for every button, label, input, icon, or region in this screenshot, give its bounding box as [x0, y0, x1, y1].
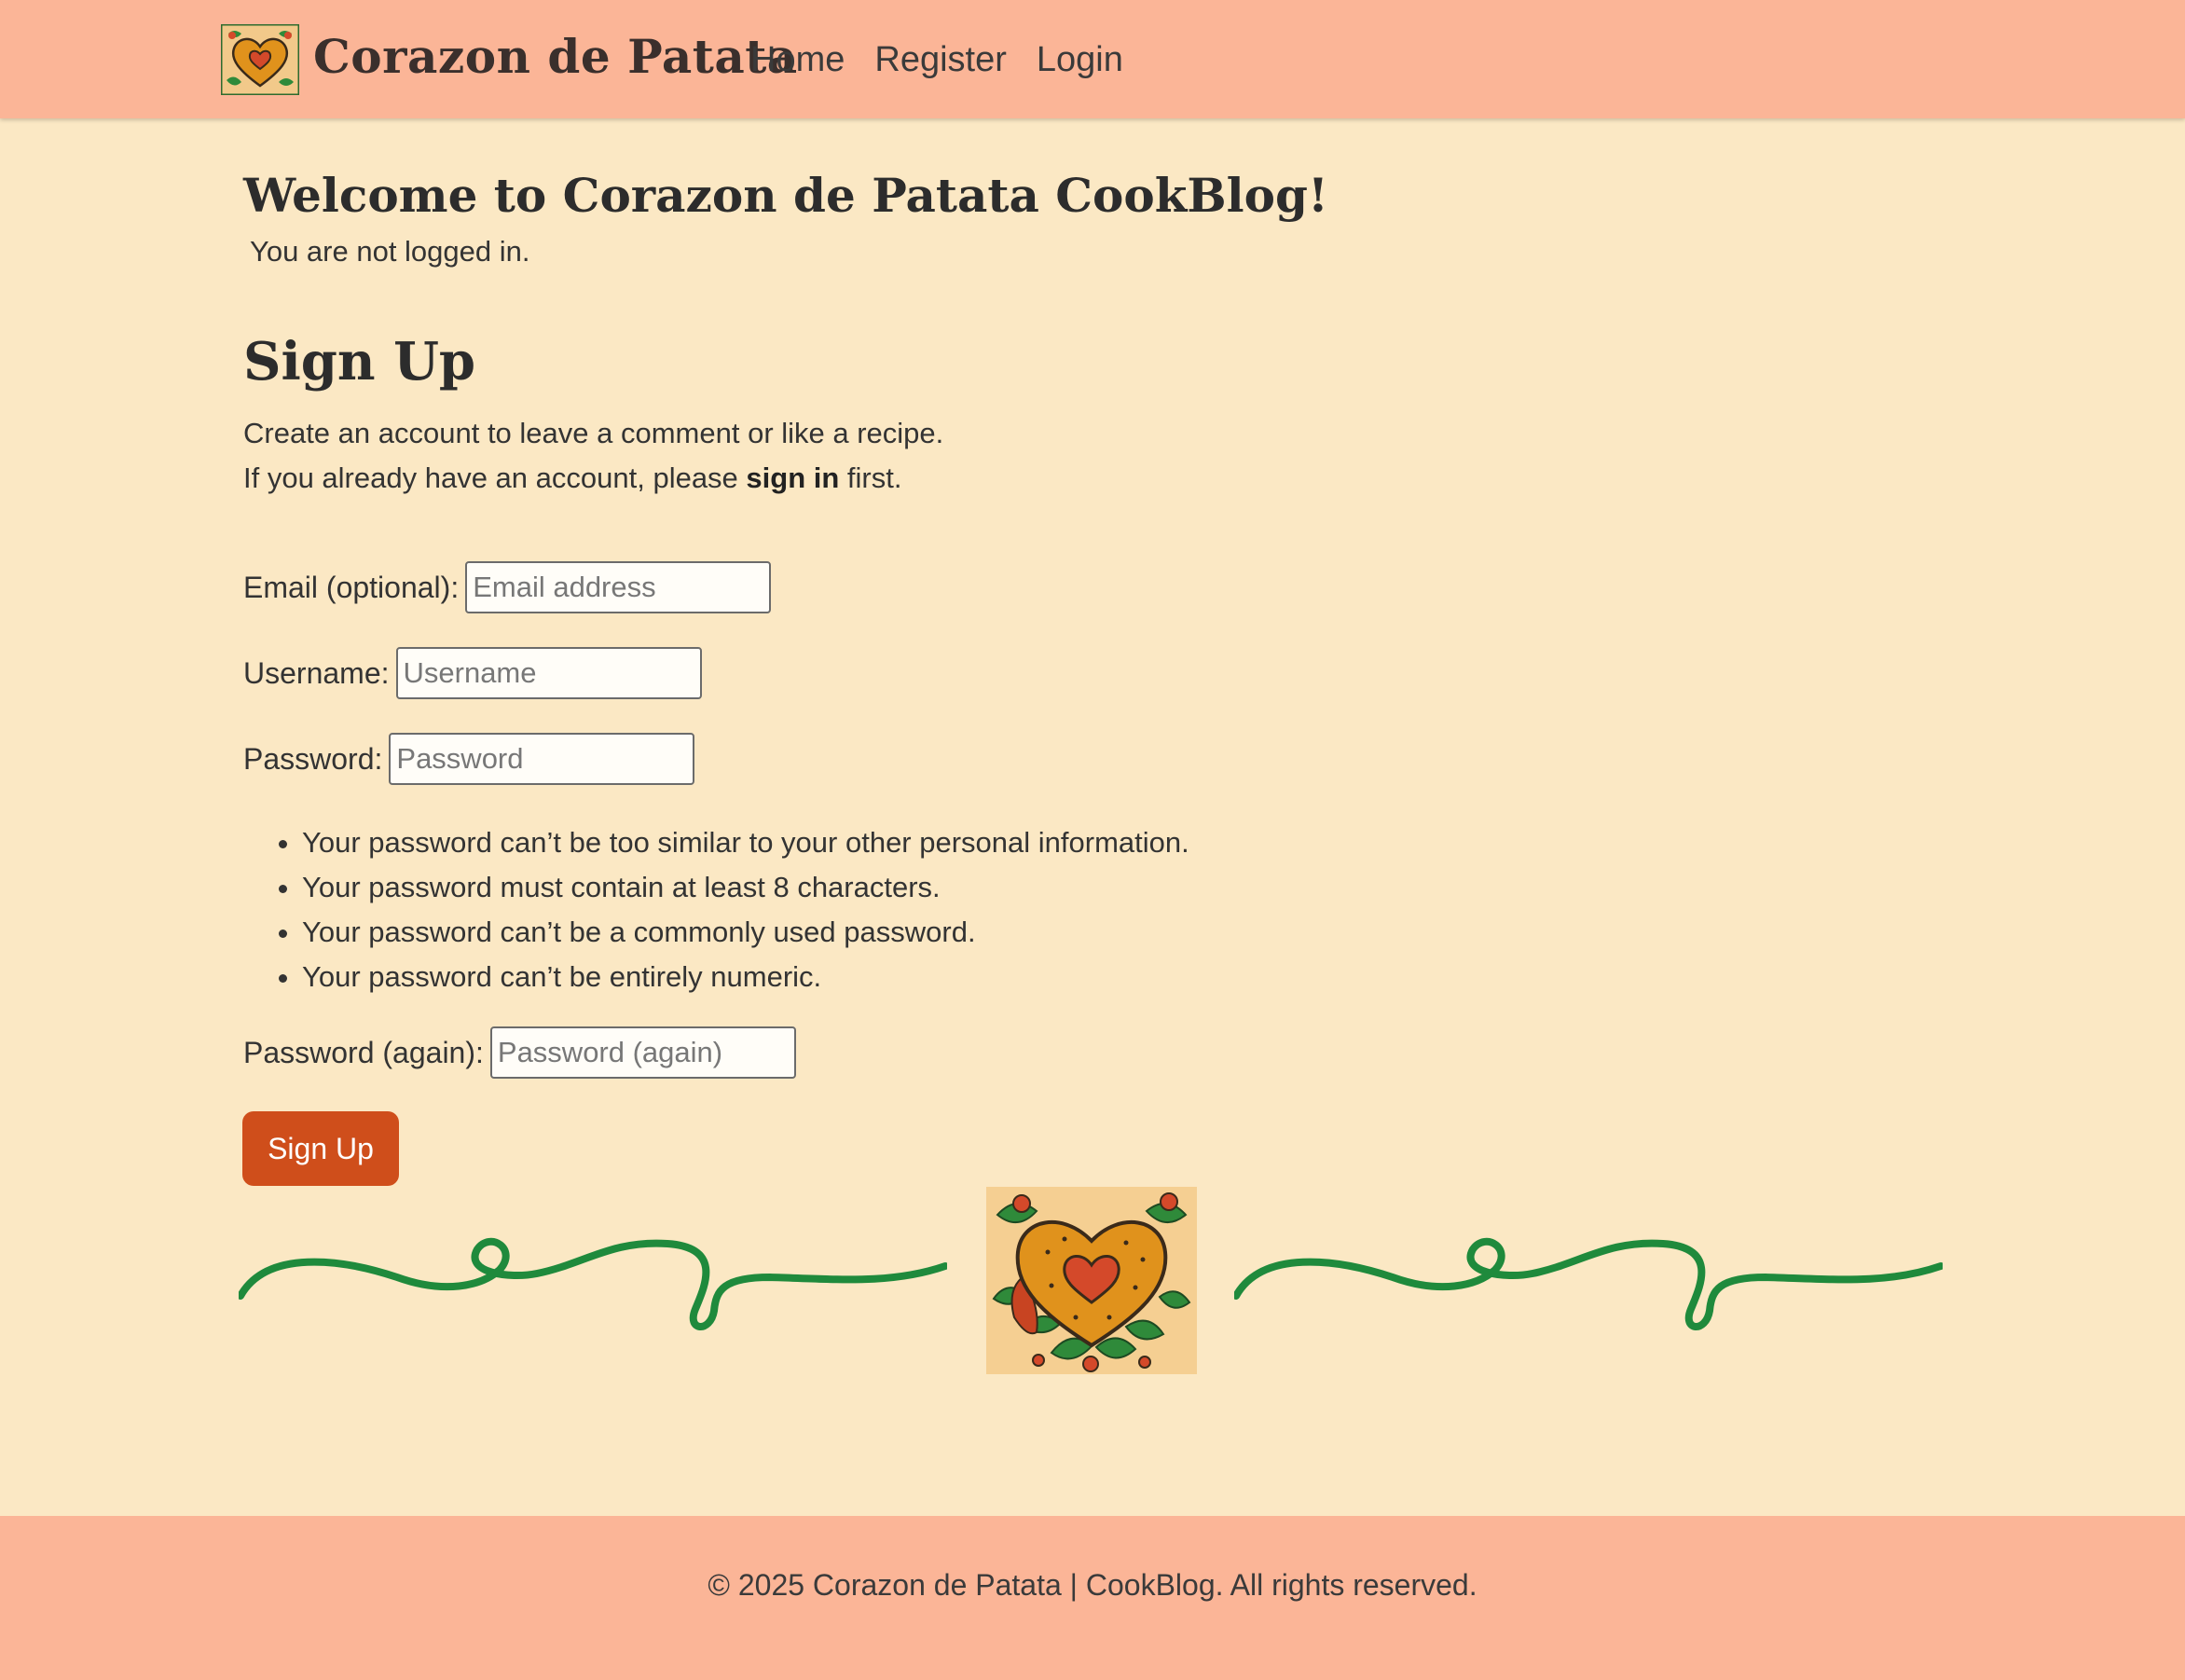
login-status-text: You are not logged in.: [250, 235, 530, 268]
password-help-item: Your password can’t be too similar to yo…: [302, 820, 1189, 865]
nav-register-link[interactable]: Register: [874, 32, 1007, 88]
password-help-list: Your password can’t be too similar to yo…: [244, 820, 1189, 999]
password-help-item: Your password can’t be entirely numeric.: [302, 955, 1189, 999]
password-again-label: Password (again):: [243, 1035, 484, 1069]
vine-flourish-icon: [239, 1237, 947, 1330]
signup-button[interactable]: Sign Up: [242, 1111, 399, 1186]
signin-prompt-suffix: first.: [839, 461, 902, 494]
signup-intro-line: Create an account to leave a comment or …: [243, 417, 944, 449]
footer-copyright: © 2025 Corazon de Patata | CookBlog. All…: [708, 1568, 1477, 1602]
nav-links: Home Register Login: [750, 32, 1123, 88]
username-row: Username:: [243, 645, 702, 701]
signup-title: Sign Up: [243, 331, 476, 392]
signin-prompt-line: If you already have an account, please s…: [243, 460, 901, 497]
email-label: Email (optional):: [243, 570, 460, 604]
top-navbar: Corazon de Patata Home Register Login: [0, 0, 2185, 118]
page-footer: © 2025 Corazon de Patata | CookBlog. All…: [0, 1516, 2185, 1680]
email-input[interactable]: [465, 561, 772, 613]
password-help-item: Your password must contain at least 8 ch…: [302, 865, 1189, 910]
password-again-input[interactable]: [489, 1026, 796, 1079]
password-again-row: Password (again):: [243, 1025, 796, 1081]
password-help-item: Your password can’t be a commonly used p…: [302, 910, 1189, 955]
password-row: Password:: [243, 731, 695, 787]
brand-logo-icon[interactable]: [221, 24, 299, 95]
password-label: Password:: [243, 741, 383, 776]
email-row: Email (optional):: [243, 559, 772, 615]
welcome-title: Welcome to Corazon de Patata CookBlog!: [243, 168, 1328, 223]
heart-emblem-icon: [986, 1187, 1197, 1374]
nav-home-link[interactable]: Home: [750, 32, 845, 88]
vine-flourish-icon: [1234, 1237, 1943, 1330]
signin-prompt-text: If you already have an account, please: [243, 461, 747, 494]
sign-in-link[interactable]: sign in: [746, 461, 839, 494]
nav-login-link[interactable]: Login: [1037, 32, 1123, 88]
username-label: Username:: [243, 655, 390, 690]
password-input[interactable]: [389, 733, 695, 785]
username-input[interactable]: [395, 647, 702, 699]
brand-name[interactable]: Corazon de Patata: [313, 24, 798, 90]
